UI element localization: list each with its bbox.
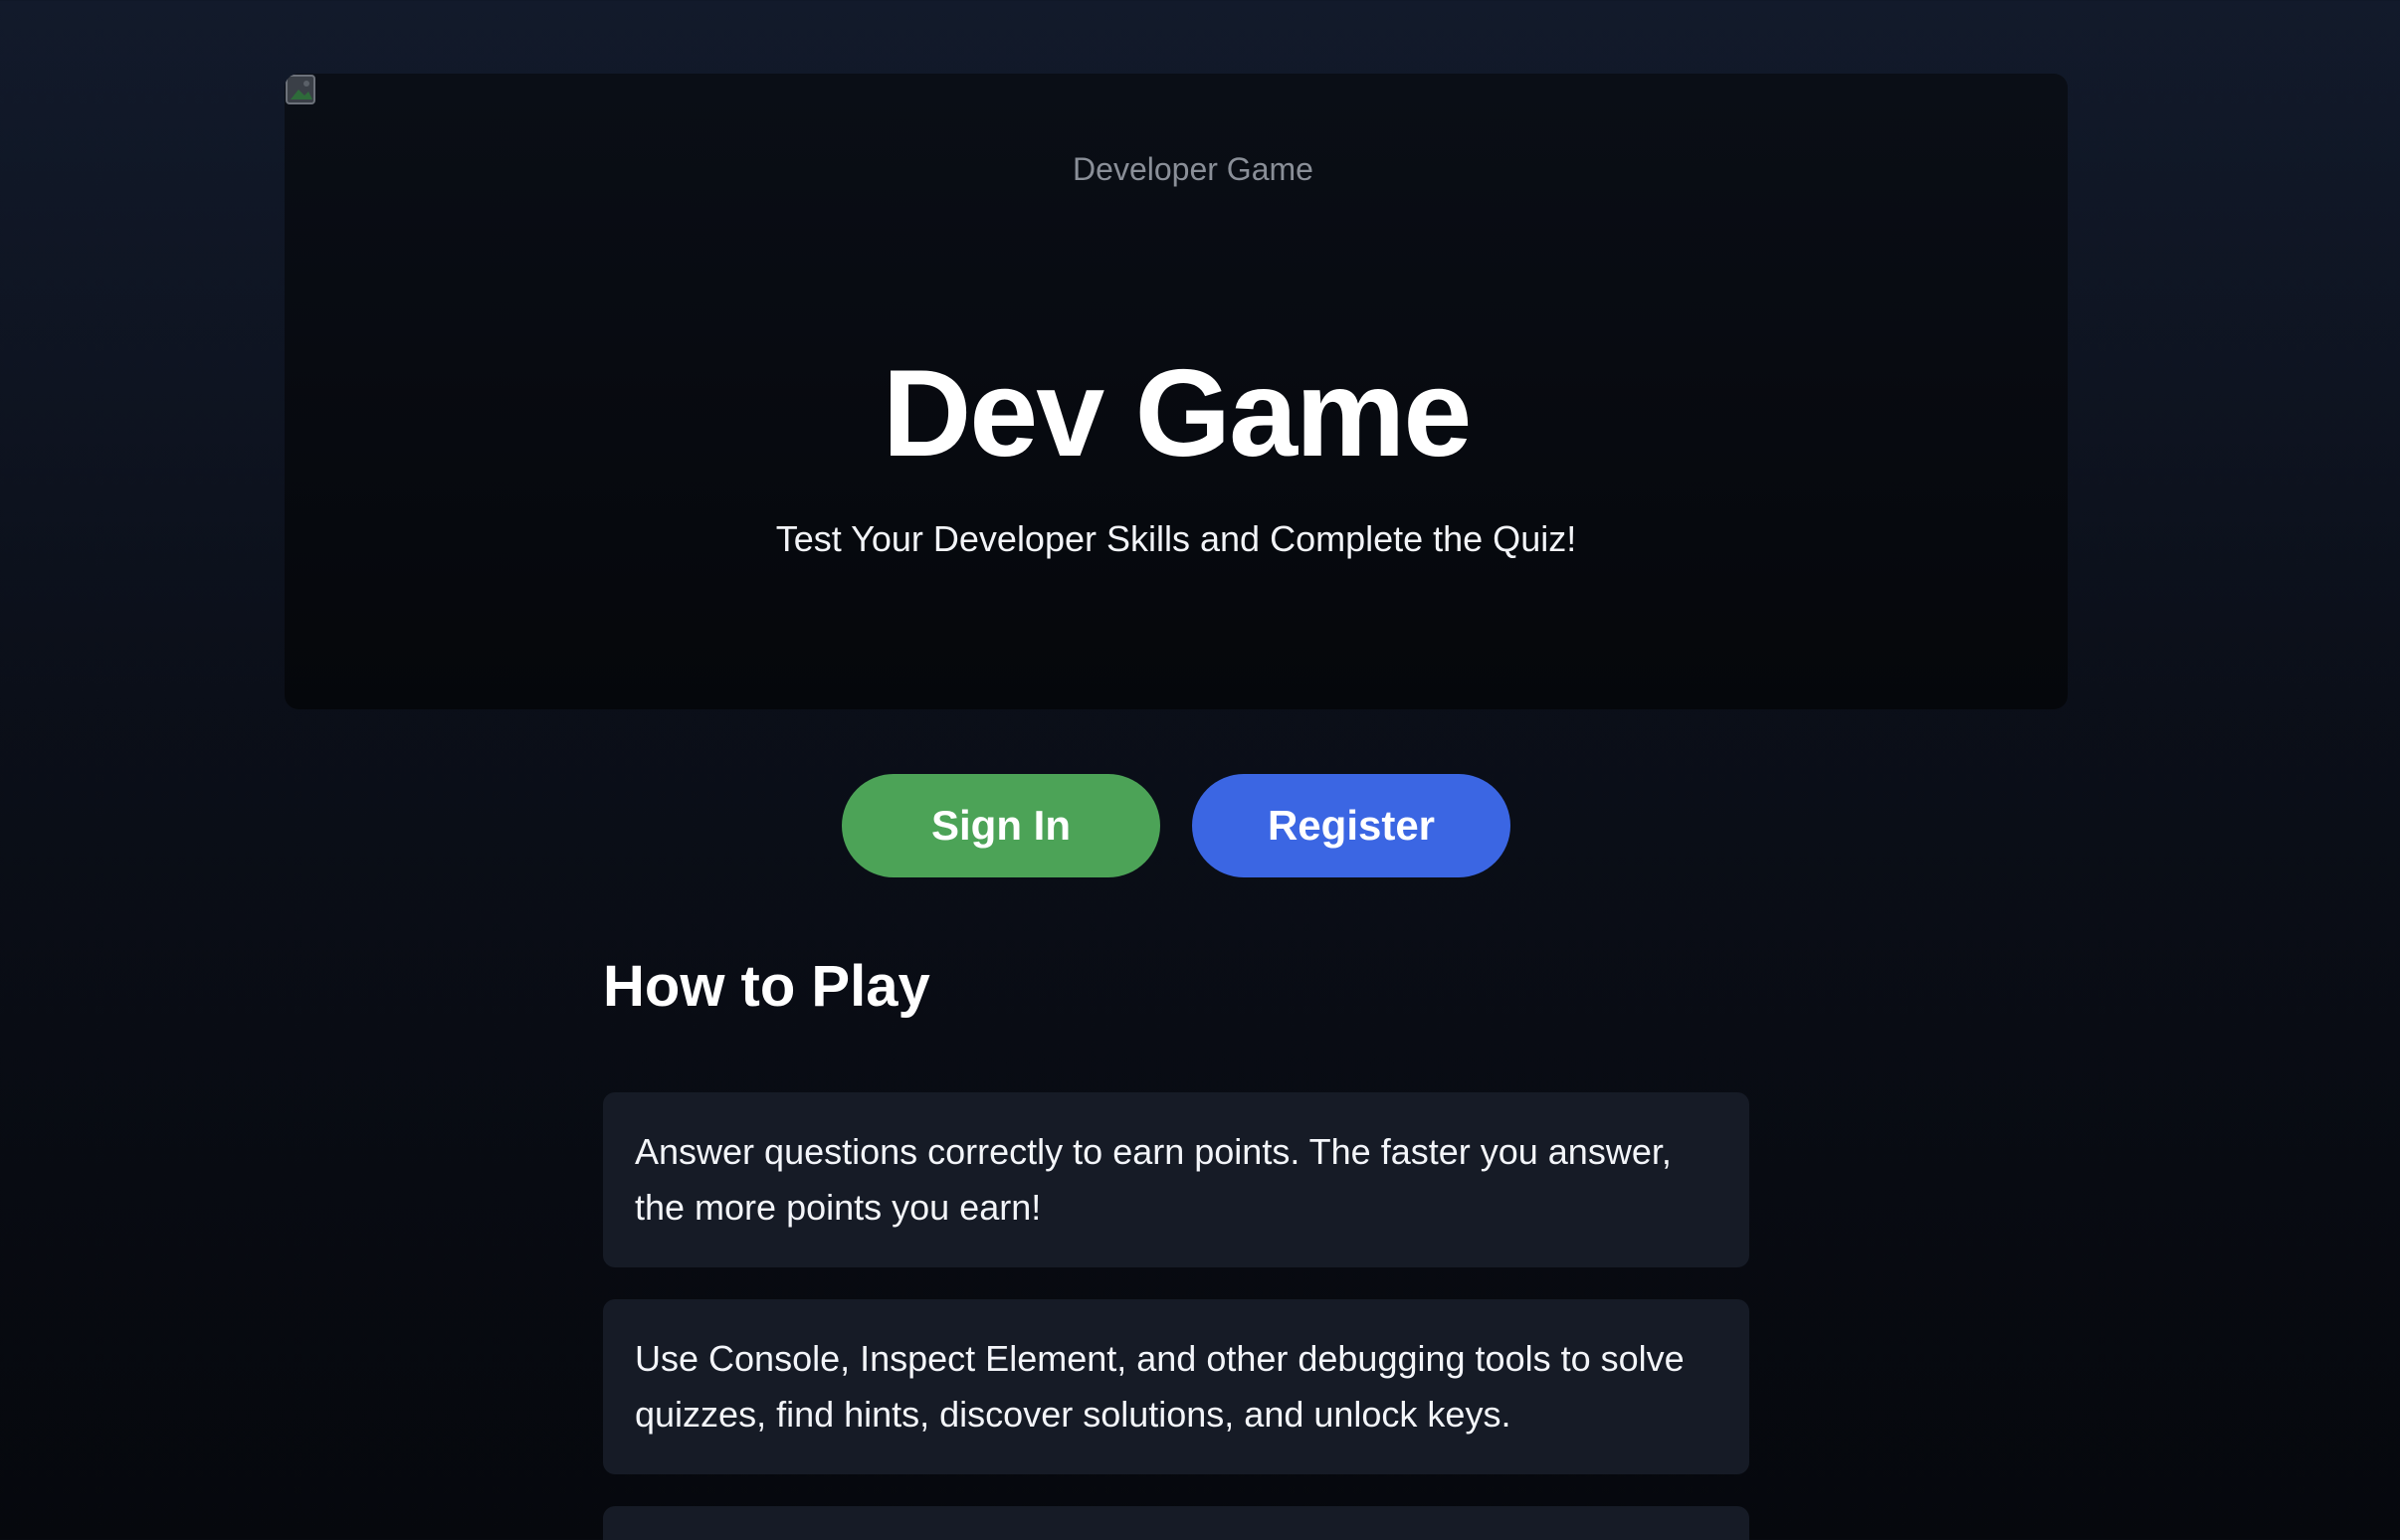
rule-card (603, 1506, 1749, 1540)
page-title: Dev Game (882, 345, 1473, 482)
page-subtitle: Test Your Developer Skills and Complete … (775, 518, 1577, 559)
rule-card: Use Console, Inspect Element, and other … (603, 1299, 1749, 1474)
hero-image-alt-text: Developer Game (1073, 151, 1313, 187)
rule-card: Answer questions correctly to earn point… (603, 1092, 1749, 1267)
register-button[interactable]: Register (1192, 774, 1510, 877)
broken-image-icon (285, 74, 316, 105)
how-to-play-section: How to Play Answer questions correctly t… (603, 954, 1749, 1540)
rule-text: Answer questions correctly to earn point… (635, 1131, 1672, 1228)
rule-text: Use Console, Inspect Element, and other … (635, 1338, 1685, 1435)
hero-banner: Developer Game Dev Game Test Your Develo… (285, 74, 2068, 709)
sign-in-button[interactable]: Sign In (842, 774, 1160, 877)
auth-actions: Sign In Register (842, 774, 1510, 877)
how-to-play-heading: How to Play (603, 954, 930, 1019)
